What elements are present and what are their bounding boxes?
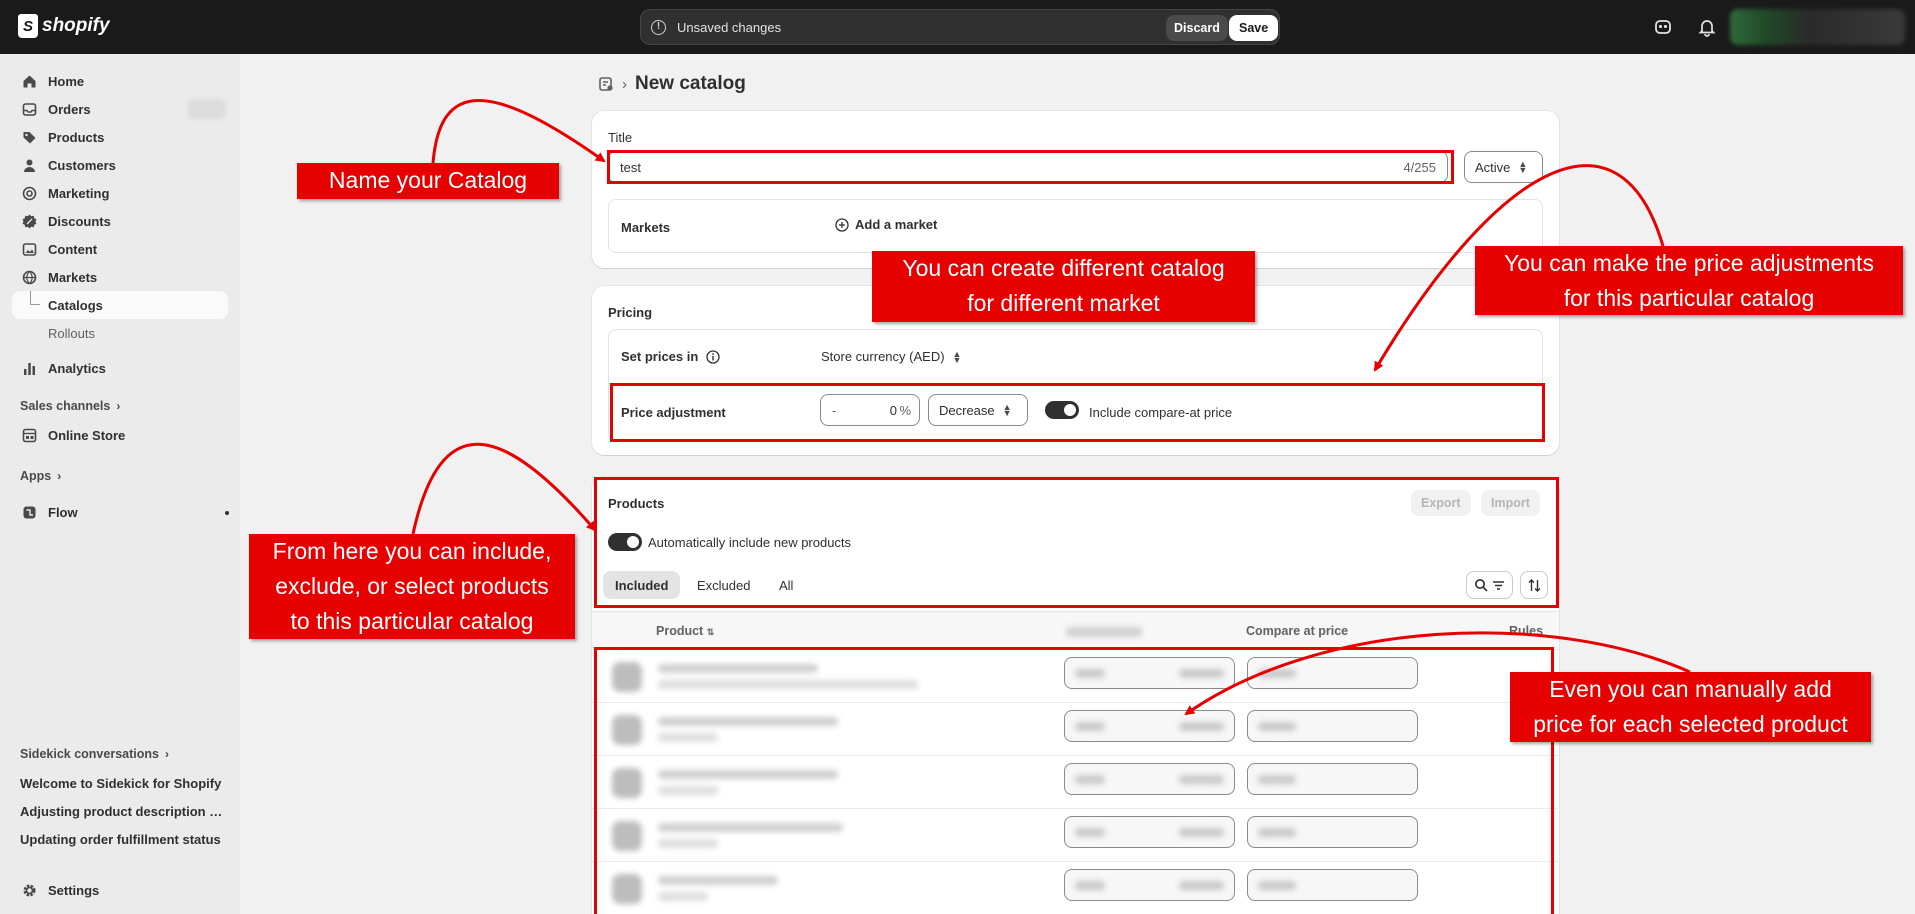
arrow-to-title xyxy=(431,99,606,164)
arrow-to-products xyxy=(411,442,597,535)
arrow-to-price-field xyxy=(1184,631,1691,716)
arrow-to-price-adjustment xyxy=(1373,164,1665,372)
annotation-arrows xyxy=(411,99,1691,716)
